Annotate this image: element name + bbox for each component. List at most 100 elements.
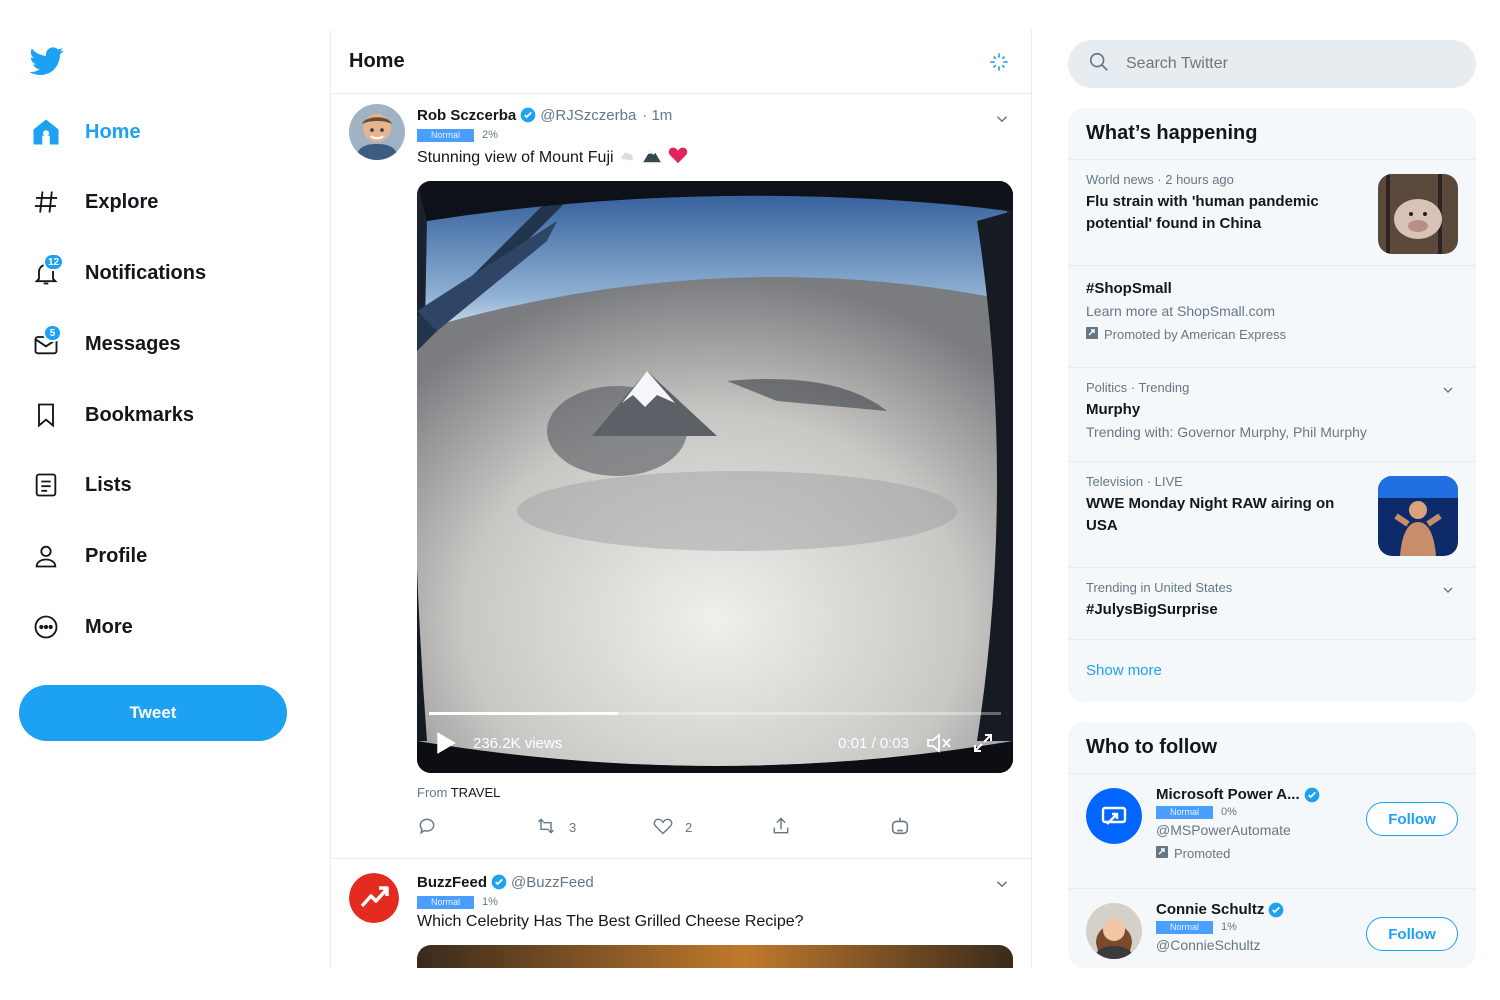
avatar[interactable] (1086, 903, 1142, 959)
follow-name-row: Microsoft Power A... (1156, 786, 1458, 803)
tone-tag: Normal (1156, 805, 1214, 819)
promoted-label: Promoted (1156, 846, 1458, 861)
author-handle[interactable]: @BuzzFeed (511, 874, 594, 891)
nav-item-explore[interactable]: Explore (28, 180, 158, 224)
like-button[interactable]: 2 (653, 816, 771, 839)
tone-percent: 1% (1221, 921, 1237, 933)
tweet-rob[interactable]: Rob Sczcerba @RJSzczerba · 1m Normal 2% … (331, 94, 1031, 859)
trend-item[interactable]: Trending in United States #JulysBigSurpr… (1068, 568, 1476, 640)
trend-item-promoted[interactable]: #ShopSmall Learn more at ShopSmall.com P… (1068, 266, 1476, 368)
follow-suggestion[interactable]: Connie Schultz Normal 1% @ConnieSchultz … (1068, 889, 1476, 968)
nav-item-notifications[interactable]: 12 Notifications (28, 251, 206, 295)
nav-item-more[interactable]: More (28, 605, 133, 649)
messages-badge: 5 (43, 324, 62, 342)
show-more-link[interactable]: Show more (1068, 640, 1476, 700)
follow-suggestion[interactable]: Microsoft Power A... Normal 0% @MSPowerA… (1068, 774, 1476, 889)
home-icon (28, 114, 64, 150)
nav-item-profile[interactable]: Profile (28, 534, 147, 578)
tweet-source-name[interactable]: TRAVEL (451, 785, 501, 800)
hashtag-icon (28, 184, 64, 220)
list-icon (28, 467, 64, 503)
verified-badge-icon (491, 874, 507, 890)
tweet-text: Stunning view of Mount Fuji (417, 146, 1011, 169)
nav-label-explore: Explore (85, 190, 159, 213)
play-icon[interactable] (435, 731, 457, 755)
mountain-emoji-icon (642, 147, 662, 168)
follow-name: Connie Schultz (1156, 901, 1265, 918)
retweet-button[interactable]: 3 (535, 816, 653, 839)
chevron-down-icon[interactable] (1440, 582, 1456, 603)
more-icon (28, 609, 64, 645)
tweet-source-prefix: From (417, 785, 448, 800)
analytics-button[interactable] (889, 815, 911, 840)
like-count: 2 (685, 819, 693, 835)
chevron-down-icon[interactable] (993, 110, 1011, 133)
person-icon (28, 538, 64, 574)
fullscreen-icon[interactable] (971, 731, 995, 755)
twitter-app: Home Explore 12 Notifications 5 Messages (0, 0, 1500, 1000)
tweet-text: Which Celebrity Has The Best Grilled Che… (417, 913, 1011, 931)
trend-meta: Trending in United States (1086, 580, 1233, 595)
author-name[interactable]: BuzzFeed (417, 874, 487, 891)
chevron-down-icon[interactable] (1440, 382, 1456, 403)
tweet-buzzfeed[interactable]: BuzzFeed @BuzzFeed Normal 1% Which Celeb… (331, 859, 1031, 968)
heart-emoji-icon (668, 146, 688, 169)
sparkle-icon[interactable] (985, 48, 1013, 76)
verified-badge-icon (1304, 787, 1320, 803)
tone-tag: Normal (417, 128, 475, 142)
trend-title: WWE Monday Night RAW airing on USA (1086, 495, 1335, 534)
search-bar[interactable] (1068, 40, 1476, 88)
tweet-header: BuzzFeed @BuzzFeed (417, 871, 1011, 893)
twitter-bird-icon[interactable] (28, 44, 68, 80)
chevron-down-icon[interactable] (993, 875, 1011, 898)
follow-button[interactable]: Follow (1366, 917, 1458, 951)
author-name[interactable]: Rob Sczcerba (417, 107, 516, 124)
tweet-time[interactable]: · 1m (642, 107, 672, 124)
trend-subtitle: Trending with: Governor Murphy, Phil Mur… (1086, 424, 1367, 440)
tweet-button[interactable]: Tweet (19, 685, 287, 741)
verified-badge-icon (520, 107, 536, 123)
follow-button[interactable]: Follow (1366, 802, 1458, 836)
search-input[interactable] (1126, 55, 1456, 73)
nav-item-home[interactable]: Home (28, 110, 141, 154)
envelope-icon: 5 (28, 324, 64, 362)
timeline: Home Rob Sczcerba @RJSzczerba · 1m Norma… (330, 30, 1032, 968)
search-icon (1088, 51, 1110, 78)
author-handle[interactable]: @RJSzczerba (540, 107, 636, 124)
trend-item[interactable]: Television · LIVE WWE Monday Night RAW a… (1068, 462, 1476, 568)
mute-icon[interactable] (925, 731, 953, 755)
tone-percent: 0% (1221, 806, 1237, 818)
reply-button[interactable] (417, 816, 535, 839)
trend-thumbnail (1378, 174, 1458, 254)
avatar[interactable] (1086, 788, 1142, 844)
notifications-badge: 12 (43, 253, 65, 271)
tweet-source: From TRAVEL (417, 785, 1011, 800)
trend-item[interactable]: Politics · Trending Murphy Trending with… (1068, 368, 1476, 462)
trends-title: What’s happening (1068, 108, 1476, 160)
nav-item-lists[interactable]: Lists (28, 463, 132, 507)
trends-panel: What’s happening World news · 2 hours ag… (1068, 108, 1476, 702)
nav-label-messages: Messages (85, 332, 181, 355)
heart-icon (653, 816, 673, 839)
page-title: Home (349, 50, 405, 72)
avatar[interactable] (349, 873, 399, 923)
promoted-icon (1086, 327, 1098, 342)
nav-item-bookmarks[interactable]: Bookmarks (28, 393, 194, 437)
share-button[interactable] (771, 816, 889, 839)
tweet-media-preview[interactable] (417, 945, 1013, 968)
video-time: 0:01 / 0:03 (838, 734, 909, 752)
trend-meta: World news · 2 hours ago (1086, 172, 1234, 187)
avatar[interactable] (349, 104, 405, 160)
tone-meta: Normal 1% (417, 893, 1011, 911)
promoted-icon (1156, 846, 1168, 861)
nav-label-more: More (85, 615, 133, 638)
nav-item-messages[interactable]: 5 Messages (28, 322, 181, 366)
trend-title: #ShopSmall (1086, 280, 1172, 297)
trend-item[interactable]: World news · 2 hours ago Flu strain with… (1068, 160, 1476, 266)
promoted-text: Promoted by American Express (1104, 327, 1287, 342)
trend-title: Murphy (1086, 401, 1141, 418)
promoted-label: Promoted by American Express (1086, 327, 1458, 342)
video-player[interactable]: 236.2K views 0:01 / 0:03 (417, 181, 1013, 773)
share-icon (771, 816, 791, 839)
view-count: 236.2K views (473, 734, 563, 752)
